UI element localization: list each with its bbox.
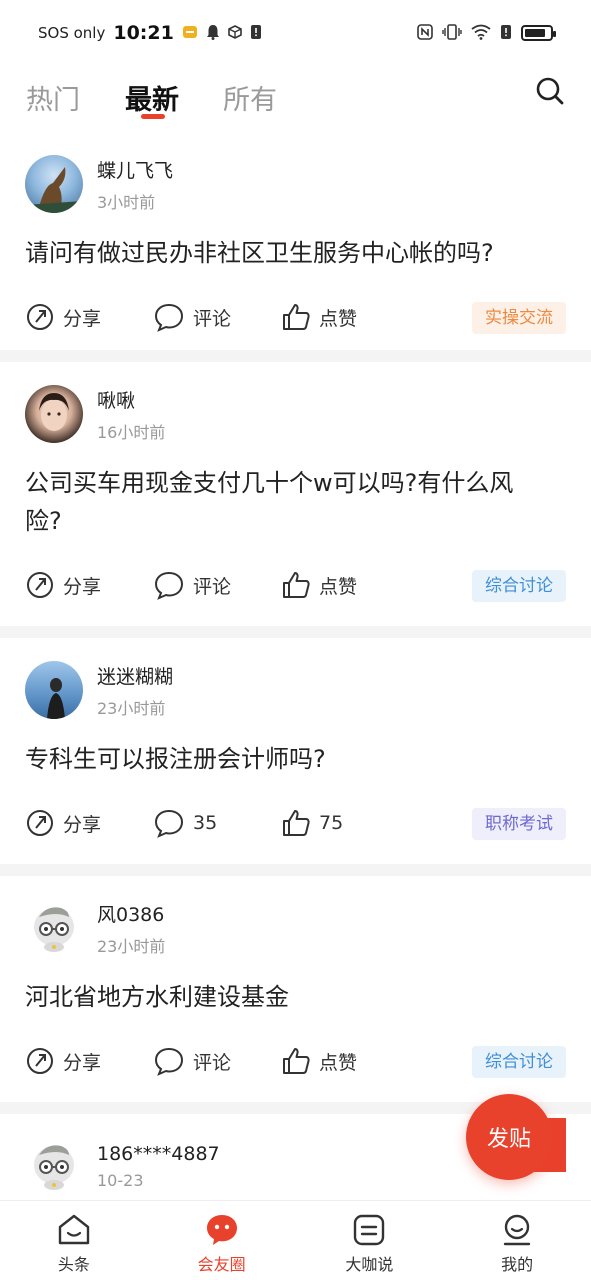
- category-tag[interactable]: 综合讨论: [472, 1046, 566, 1078]
- share-label: 分享: [63, 307, 102, 330]
- post-card[interactable]: 风0386 23小时前 河北省地方水利建设基金 分享 评论 点赞 综合讨论: [0, 876, 591, 1102]
- sim-alert-icon: [250, 24, 262, 43]
- nav-item-headlines[interactable]: 头条: [0, 1201, 148, 1280]
- search-button[interactable]: [535, 76, 565, 106]
- avatar[interactable]: [25, 899, 83, 957]
- share-button[interactable]: 分享: [25, 808, 153, 838]
- thumbs-up-icon: [283, 1048, 310, 1074]
- post-time: 10-23: [97, 1170, 144, 1190]
- alert-icon: [500, 24, 512, 43]
- share-icon: [27, 304, 53, 330]
- share-label: 分享: [63, 575, 102, 598]
- tab-latest[interactable]: 最新: [125, 78, 179, 117]
- post-time: 23小时前: [97, 698, 166, 718]
- comment-label: 评论: [193, 1051, 232, 1074]
- category-tag[interactable]: 实操交流: [472, 302, 566, 334]
- avatar[interactable]: [25, 155, 83, 213]
- avatar[interactable]: [25, 661, 83, 719]
- like-label: 点赞: [319, 1051, 358, 1074]
- notification-app-icon: [182, 24, 198, 43]
- comment-button[interactable]: 评论: [153, 570, 281, 600]
- search-icon: [536, 77, 564, 105]
- vibrate-icon: [442, 23, 462, 43]
- thumbs-up-icon: [283, 572, 310, 598]
- share-button[interactable]: 分享: [25, 570, 153, 600]
- like-label: 点赞: [319, 575, 358, 598]
- like-button[interactable]: 点赞: [281, 1046, 409, 1076]
- battery-icon: [521, 25, 556, 41]
- comment-button[interactable]: 评论: [153, 1046, 281, 1076]
- bell-icon: [206, 24, 220, 43]
- like-button[interactable]: 点赞: [281, 302, 409, 332]
- nav-label: 大咖说: [345, 1255, 394, 1274]
- share-label: 分享: [63, 1051, 102, 1074]
- comment-icon: [154, 1047, 184, 1076]
- community-icon: [206, 1215, 237, 1245]
- nav-item-community[interactable]: 会友圈: [148, 1201, 296, 1280]
- box-icon: [228, 24, 242, 42]
- share-icon: [27, 572, 53, 598]
- bottom-nav: 头条 会友圈 大咖说 我的: [0, 1200, 591, 1280]
- avatar[interactable]: [25, 385, 83, 443]
- battery-level: [525, 29, 546, 37]
- comment-icon: [154, 809, 184, 838]
- wifi-icon: [471, 24, 491, 43]
- nav-item-experts[interactable]: 大咖说: [296, 1201, 444, 1280]
- category-tag[interactable]: 综合讨论: [472, 570, 566, 602]
- post-card[interactable]: 啾啾 16小时前 公司买车用现金支付几十个w可以吗?有什么风险? 分享 评论 点…: [0, 362, 591, 626]
- share-icon: [27, 810, 53, 836]
- post-card[interactable]: 蝶儿飞飞 3小时前 请问有做过民办非社区卫生服务中心帐的吗? 分享 评论 点赞 …: [0, 132, 591, 350]
- post-username[interactable]: 蝶儿飞飞: [97, 156, 173, 183]
- avatar[interactable]: [25, 1137, 83, 1195]
- home-icon: [58, 1214, 90, 1245]
- post-title[interactable]: 河北省地方水利建设基金: [25, 978, 566, 1016]
- like-button[interactable]: 点赞: [281, 570, 409, 600]
- share-button[interactable]: 分享: [25, 302, 153, 332]
- new-post-button[interactable]: 发贴: [466, 1094, 552, 1180]
- like-label: 点赞: [319, 307, 358, 330]
- comment-label: 评论: [193, 575, 232, 598]
- post-title[interactable]: 请问有做过民办非社区卫生服务中心帐的吗?: [25, 234, 566, 272]
- thumbs-up-icon: [283, 304, 310, 330]
- profile-icon: [503, 1214, 531, 1246]
- carrier-text: SOS only: [38, 24, 106, 42]
- share-icon: [27, 1048, 53, 1074]
- post-time: 23小时前: [97, 936, 166, 956]
- post-card[interactable]: 迷迷糊糊 23小时前 专科生可以报注册会计师吗? 分享 35 75 职称考试: [0, 638, 591, 864]
- thumbs-up-icon: [283, 810, 310, 836]
- nav-label: 头条: [57, 1255, 90, 1274]
- active-tab-indicator: [141, 114, 165, 119]
- share-label: 分享: [63, 813, 102, 836]
- post-username[interactable]: 迷迷糊糊: [97, 662, 173, 689]
- nav-label: 我的: [501, 1255, 534, 1274]
- comment-icon: [154, 303, 184, 332]
- tab-hot[interactable]: 热门: [26, 78, 80, 117]
- like-count: 75: [319, 812, 344, 834]
- nav-label: 会友圈: [197, 1255, 246, 1274]
- comment-button[interactable]: 评论: [153, 302, 281, 332]
- post-username[interactable]: 啾啾: [97, 386, 165, 413]
- like-button[interactable]: 75: [281, 808, 409, 838]
- post-title[interactable]: 公司买车用现金支付几十个w可以吗?有什么风险?: [25, 464, 566, 540]
- post-time: 16小时前: [97, 422, 166, 442]
- nav-item-profile[interactable]: 我的: [443, 1201, 591, 1280]
- share-button[interactable]: 分享: [25, 1046, 153, 1076]
- comment-button[interactable]: 35: [153, 808, 281, 838]
- category-tag[interactable]: 职称考试: [472, 808, 566, 840]
- comment-label: 评论: [193, 307, 232, 330]
- comment-count: 35: [193, 812, 218, 834]
- comment-icon: [154, 571, 184, 600]
- post-username[interactable]: 186****4887: [97, 1143, 220, 1165]
- post-title[interactable]: 专科生可以报注册会计师吗?: [25, 740, 566, 778]
- top-tab-bar: 热门 最新 所有: [0, 66, 591, 132]
- tab-all[interactable]: 所有: [223, 78, 277, 117]
- post-feed[interactable]: 蝶儿飞飞 3小时前 请问有做过民办非社区卫生服务中心帐的吗? 分享 评论 点赞 …: [0, 132, 591, 1200]
- chat-icon: [354, 1214, 385, 1246]
- post-username[interactable]: 风0386: [97, 900, 165, 927]
- post-time: 3小时前: [97, 192, 156, 212]
- nfc-icon: [417, 23, 433, 43]
- clock: 10:21: [113, 22, 174, 44]
- status-bar: SOS only 10:21: [0, 0, 591, 66]
